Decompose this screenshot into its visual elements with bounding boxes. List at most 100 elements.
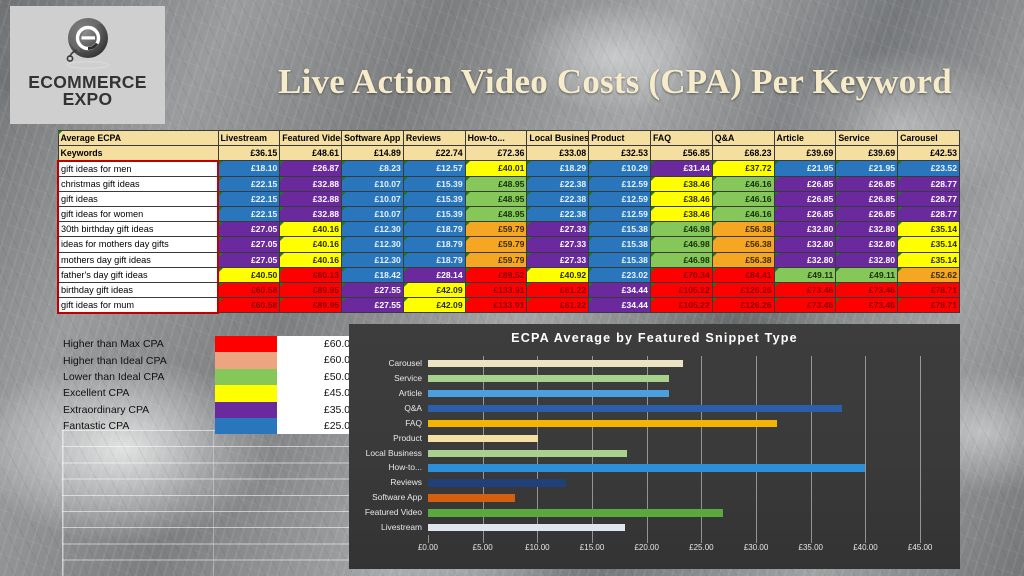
table-value-cell: £89.95	[279, 297, 343, 314]
legend-item-label: Excellent CPA	[63, 387, 130, 400]
chart-bar-row: Reviews	[390, 475, 942, 490]
table-keyword-cell: gift ideas	[57, 190, 219, 207]
chart-bar	[428, 494, 516, 502]
table-value-cell: £78.71	[897, 281, 960, 299]
table-value-cell: £40.50	[217, 266, 281, 283]
chart-category-label: How-to...	[388, 462, 422, 473]
chart-title: ECPA Average by Featured Snippet Type	[511, 331, 798, 345]
chart-bar-row: Q&A	[404, 401, 942, 416]
table-row: father's day gift ideas £40.50 £60.13 £18.4…	[57, 266, 960, 283]
table-column-average: £22.74	[402, 145, 466, 162]
table-value-cell: £78.71	[897, 297, 960, 314]
chart-x-tick-label: £40.00	[853, 543, 878, 552]
table-keyword-cell: 30th birthday gift ideas	[57, 221, 219, 238]
chart-category-label: Service	[394, 372, 422, 383]
table-value-cell: £42.09	[402, 297, 466, 314]
chart-x-tickmark	[701, 535, 703, 543]
table-value-cell: £49.11	[835, 266, 899, 283]
table-value-cell: £40.16	[279, 236, 343, 253]
table-value-cell: £27.55	[341, 281, 404, 299]
table-value-cell: £26.85	[773, 190, 837, 207]
table-value-cell: £26.87	[279, 160, 343, 177]
table-value-cell: £22.38	[526, 190, 590, 207]
chart-x-tickmark	[865, 535, 867, 543]
table-value-cell: £26.85	[773, 175, 837, 192]
chart-bar-row: Article	[399, 386, 942, 401]
table-value-cell: £12.59	[588, 205, 651, 223]
table-column-header: Featured Video	[279, 129, 343, 147]
table-value-cell: £46.98	[649, 251, 713, 268]
chart-bar-row: How-to...	[388, 460, 942, 475]
legend-item-value: £45.00	[277, 385, 360, 402]
table-column-average: £32.53	[588, 145, 651, 162]
table-value-cell: £23.02	[588, 266, 651, 283]
table-value-cell: £26.85	[835, 190, 899, 207]
table-value-cell: £15.38	[588, 236, 651, 253]
table-value-cell: £40.92	[526, 266, 590, 283]
table-value-cell: £21.95	[835, 160, 899, 177]
chart-plot-area: Carousel Service Article Q&A FAQ Product Local…	[365, 356, 942, 535]
table-column-average: £56.85	[649, 145, 713, 162]
chart-x-tickmark	[428, 535, 429, 543]
legend-color-swatch	[215, 352, 277, 369]
table-keyword-cell: birthday gift ideas	[57, 281, 219, 299]
legend-item-label: Extraordinary CPA	[63, 403, 150, 416]
chart-category-label: Local Business	[365, 447, 422, 458]
legend-item-value: £50.00	[277, 368, 360, 386]
table-row: mothers day gift ideas £27.05 £40.16 £12.30…	[57, 251, 960, 268]
table-value-cell: £27.33	[526, 236, 590, 253]
table-column-header: Service	[835, 129, 899, 147]
table-value-cell: £60.58	[217, 281, 281, 299]
table-value-cell: £22.38	[526, 205, 590, 223]
table-value-cell: £52.62	[897, 266, 960, 283]
table-value-cell: £32.80	[773, 236, 837, 253]
table-value-cell: £105.22	[649, 281, 713, 299]
table-value-cell: £40.16	[279, 221, 343, 238]
table-column-header: FAQ	[649, 129, 713, 147]
cpa-keyword-table: Average ECPA Livestream Featured Video Sof…	[57, 129, 960, 314]
table-row: ideas for mothers day gifts £27.05 £40.16 £…	[57, 236, 960, 253]
table-column-average: £39.69	[773, 145, 837, 162]
table-value-cell: £70.34	[649, 266, 713, 283]
table-value-cell: £37.72	[711, 160, 775, 177]
table-value-cell: £28.14	[402, 266, 466, 283]
table-value-cell: £59.79	[464, 236, 528, 253]
table-value-cell: £35.14	[897, 236, 960, 253]
table-value-cell: £15.38	[588, 251, 651, 268]
table-value-cell: £46.98	[649, 221, 713, 238]
legend-item: Lower than Ideal CPA £50.00	[60, 368, 360, 386]
legend-item-label: Fantastic CPA	[63, 420, 130, 433]
table-value-cell: £18.10	[217, 160, 281, 177]
table-value-cell: £59.79	[464, 221, 528, 238]
legend-item: Higher than Max CPA £60.00	[60, 336, 360, 353]
chart-x-tick-label: £15.00	[579, 543, 605, 552]
chart-x-tick-label: £10.00	[525, 543, 550, 552]
table-value-cell: £10.07	[341, 205, 404, 223]
table-corner-label: Average ECPA	[57, 129, 219, 147]
table-body: gift ideas for men £18.10 £26.87 £8.23 £12.5…	[57, 159, 960, 314]
table-keyword-cell: father's day gift ideas	[57, 266, 219, 283]
table-value-cell: £26.85	[835, 205, 899, 223]
table-value-cell: £12.30	[341, 251, 404, 268]
chart-x-tickmark	[646, 535, 648, 543]
chart-bar	[428, 419, 777, 428]
legend-color-swatch	[215, 401, 277, 418]
chart-bar	[428, 374, 669, 383]
chart-x-tick-label: £0.00	[417, 543, 439, 552]
table-column-average: £72.36	[464, 145, 528, 162]
legend-item: Excellent CPA £45.00	[60, 385, 360, 402]
chart-bar	[428, 434, 539, 442]
table-value-cell: £126.26	[711, 281, 775, 299]
chart-category-label: Software App	[372, 492, 422, 503]
table-value-cell: £48.95	[464, 175, 528, 192]
legend-item-label: Lower than Ideal CPA	[63, 370, 165, 383]
cpa-color-legend: Higher than Max CPA £60.00 Higher than Ide…	[60, 336, 360, 435]
table-value-cell: £22.15	[217, 190, 281, 207]
table-value-cell: £18.79	[402, 221, 466, 238]
table-value-cell: £12.59	[588, 175, 651, 192]
table-value-cell: £15.39	[402, 175, 466, 192]
table-value-cell: £46.16	[711, 175, 775, 192]
chart-x-axis-labels: £0.00 £5.00 £10.00 £15.00 £20.00 £25.00 £30.00…	[418, 543, 942, 557]
legend-item: Higher than Ideal CPA £60.00	[60, 352, 360, 369]
chart-category-label: Featured Video	[364, 507, 422, 518]
